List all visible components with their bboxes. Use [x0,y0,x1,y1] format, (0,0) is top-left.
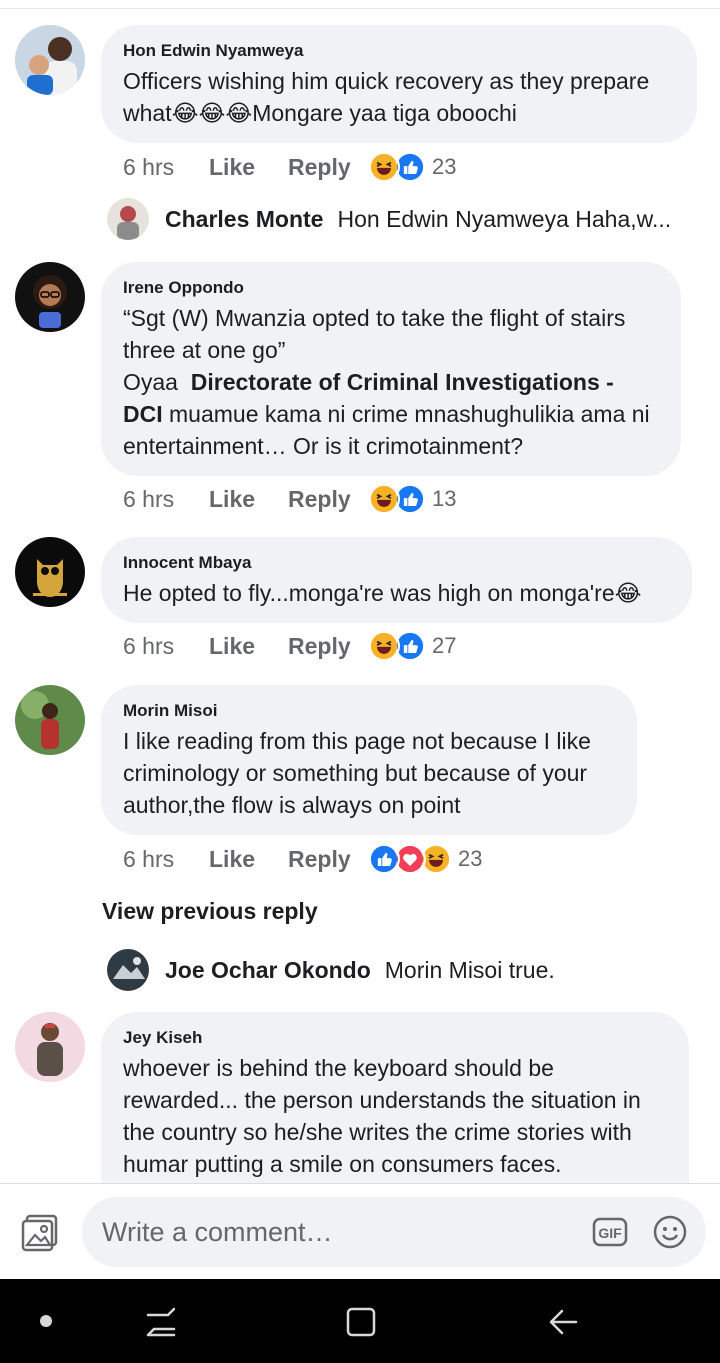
system-nav-bar [0,1279,720,1363]
reply-button[interactable]: Reply [288,633,368,660]
comment-meta: 6 hrs Like Reply 23 [123,150,456,184]
comment-input[interactable] [102,1197,582,1267]
reaction-count: 13 [432,486,457,511]
top-divider [0,8,720,9]
comment-bubble[interactable]: Morin Misoi I like reading from this pag… [101,685,637,835]
comment-text: “Sgt (W) Mwanzia opted to take the fligh… [123,302,659,462]
comment-time[interactable]: 6 hrs [123,154,209,181]
view-previous-reply-link[interactable]: View previous reply [102,898,318,925]
comment-author[interactable]: Innocent Mbaya [123,553,670,573]
reply-text: Morin Misoi true. [384,956,555,983]
comment-composer: GIF [0,1183,720,1279]
comment-text: I like reading from this page not becaus… [123,728,591,818]
haha-icon [368,151,400,183]
gif-label: GIF [598,1225,622,1241]
comment-meta: 6 hrs Like Reply 27 [123,629,456,663]
reply-author[interactable]: Charles Monte [165,206,323,233]
reactions-summary[interactable]: 23 [368,843,482,875]
comment-text: whoever is behind the keyboard should be… [123,1055,641,1177]
avatar[interactable] [15,685,85,755]
avatar[interactable] [107,198,149,240]
like-button[interactable]: Like [209,486,288,513]
like-button[interactable]: Like [209,846,288,873]
avatar[interactable] [15,25,85,95]
comment-text-quote: “Sgt (W) Mwanzia opted to take the fligh… [123,305,626,363]
comment-bubble[interactable]: Jey Kiseh whoever is behind the keyboard… [101,1012,689,1192]
avatar[interactable] [107,949,149,991]
reply-text: Hon Edwin Nyamweya Haha,w... [337,205,672,232]
avatar[interactable] [15,1012,85,1082]
like-icon [368,843,400,875]
comment-text: Officers wishing him quick recovery as t… [123,68,650,126]
comment-box[interactable]: GIF [82,1197,706,1267]
like-button[interactable]: Like [209,633,288,660]
like-button[interactable]: Like [209,154,288,181]
haha-icon [368,630,400,662]
comment-text-rest: muamue kama ni crime mnashughulikia ama … [123,401,650,459]
reaction-count: 23 [458,846,483,871]
back-icon[interactable] [546,1305,580,1339]
comment-author[interactable]: Hon Edwin Nyamweya [123,41,675,61]
comment-meta: 6 hrs Like Reply 23 [123,842,482,876]
haha-icon [368,483,400,515]
comment-bubble[interactable]: Innocent Mbaya He opted to fly...monga'r… [101,537,692,623]
reactions-summary[interactable]: 13 [368,483,456,515]
comment-author[interactable]: Irene Oppondo [123,278,659,298]
reply-button[interactable]: Reply [288,846,368,873]
comment-meta: 6 hrs Like Reply 13 [123,482,456,516]
reaction-count: 23 [432,154,457,179]
comment-time[interactable]: 6 hrs [123,486,209,513]
comment-text: He opted to fly...monga're was high on m… [123,580,642,606]
gif-icon[interactable]: GIF [592,1215,628,1249]
reply-row[interactable]: Charles Monte Hon Edwin Nyamweya Haha,w.… [107,197,671,241]
comment-bubble[interactable]: Hon Edwin Nyamweya Officers wishing him … [101,25,697,143]
comment-author[interactable]: Morin Misoi [123,701,615,721]
reply-button[interactable]: Reply [288,154,368,181]
comment-time[interactable]: 6 hrs [123,633,209,660]
reaction-count: 27 [432,633,457,658]
emoji-icon[interactable] [652,1214,688,1250]
nav-dot-icon[interactable] [40,1315,52,1327]
home-icon[interactable] [344,1305,378,1339]
comment-time[interactable]: 6 hrs [123,846,209,873]
reply-row[interactable]: Joe Ochar Okondo Morin Misoi true. [107,948,555,992]
comment-bubble[interactable]: Irene Oppondo “Sgt (W) Mwanzia opted to … [101,262,681,476]
reactions-summary[interactable]: 27 [368,630,456,662]
recents-icon[interactable] [144,1305,178,1339]
reply-author[interactable]: Joe Ochar Okondo [165,957,371,984]
reactions-summary[interactable]: 23 [368,151,456,183]
reply-button[interactable]: Reply [288,486,368,513]
comment-author[interactable]: Jey Kiseh [123,1028,667,1048]
photo-icon[interactable] [20,1212,60,1252]
comment-text-prefix: Oyaa [123,369,178,395]
avatar[interactable] [15,262,85,332]
avatar[interactable] [15,537,85,607]
